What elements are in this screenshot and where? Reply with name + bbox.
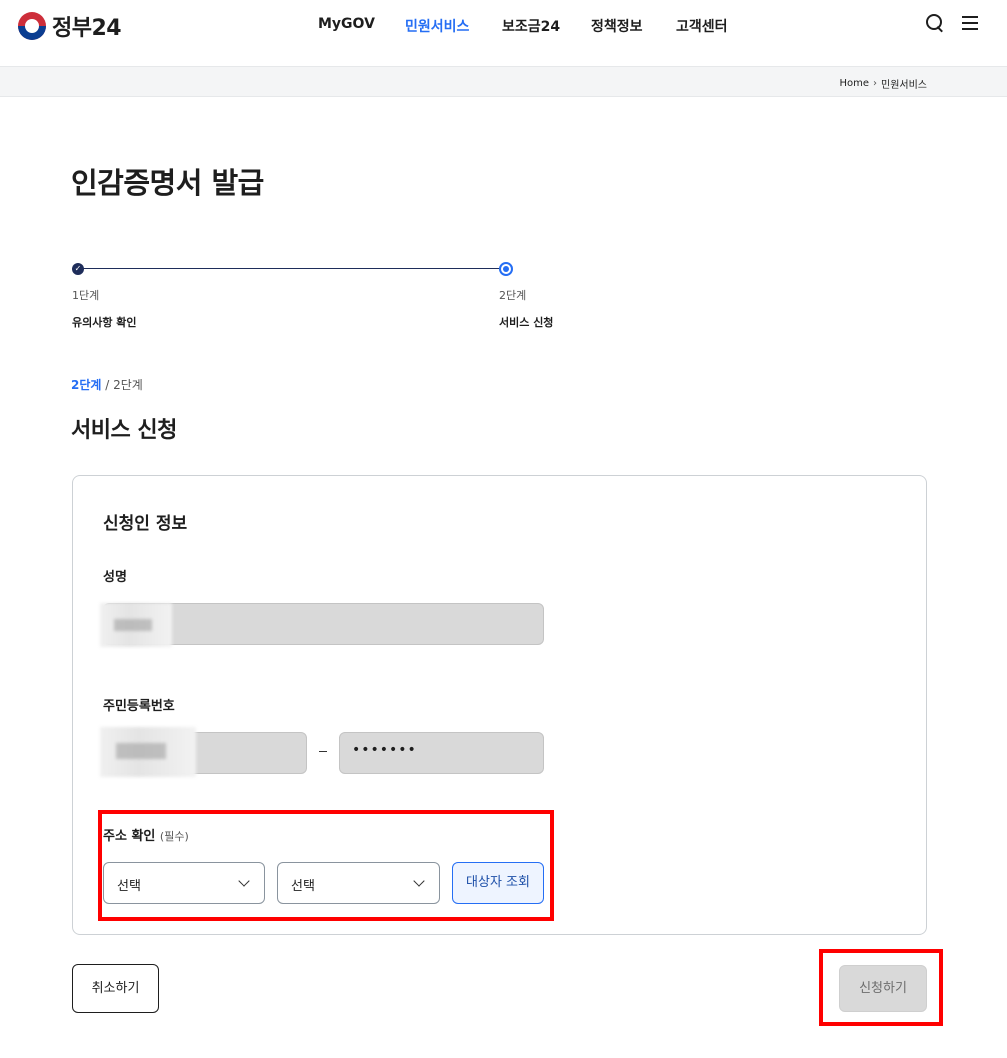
rrn-separator xyxy=(319,751,327,752)
chevron-right-icon: › xyxy=(873,78,877,89)
search-icon[interactable] xyxy=(924,12,946,34)
site-header: 정부24 MyGOV 민원서비스 보조금24 정책정보 고객센터 xyxy=(0,0,1007,66)
current-step-icon xyxy=(499,262,513,276)
name-label: 성명 xyxy=(103,570,127,585)
breadcrumb-bar: Home › 민원서비스 xyxy=(0,66,1007,97)
step-1-number: 1단계 xyxy=(72,289,100,302)
step-1-label: 유의사항 확인 xyxy=(72,316,137,329)
main-nav: MyGOV 민원서비스 보조금24 정책정보 고객센터 xyxy=(0,16,1007,36)
check-icon: ✓ xyxy=(72,263,84,275)
cancel-button[interactable]: 취소하기 xyxy=(72,964,159,1013)
rrn-label: 주민등록번호 xyxy=(103,699,175,714)
breadcrumb: Home › 민원서비스 xyxy=(839,76,927,91)
step-2-number: 2단계 xyxy=(499,289,527,302)
nav-item-mygov[interactable]: MyGOV xyxy=(318,16,375,32)
page-title: 인감증명서 발급 xyxy=(71,166,264,200)
breadcrumb-current[interactable]: 민원서비스 xyxy=(881,76,927,91)
nav-item-support[interactable]: 고객센터 xyxy=(676,16,728,36)
step-progress-current: 2단계 xyxy=(71,378,102,392)
highlight-box-address xyxy=(98,810,554,921)
section-title: 서비스 신청 xyxy=(71,418,177,443)
nav-item-civil-service[interactable]: 민원서비스 xyxy=(405,16,469,36)
step-progress: 2단계 / 2단계 xyxy=(71,376,143,393)
menu-icon[interactable] xyxy=(960,12,982,34)
step-2-label: 서비스 신청 xyxy=(499,316,554,329)
card-title: 신청인 정보 xyxy=(103,514,188,534)
breadcrumb-home[interactable]: Home xyxy=(839,78,869,89)
stepper-line xyxy=(78,268,506,269)
redacted-name xyxy=(100,603,172,647)
step-progress-separator: / xyxy=(101,378,114,392)
redacted-rrn-front xyxy=(100,727,196,777)
highlight-box-submit xyxy=(819,949,943,1026)
nav-item-policy[interactable]: 정책정보 xyxy=(591,16,643,36)
step-progress-total: 2단계 xyxy=(113,378,143,392)
rrn-back-masked: ••••••• xyxy=(352,742,417,758)
nav-item-subsidy[interactable]: 보조금24 xyxy=(502,16,560,36)
